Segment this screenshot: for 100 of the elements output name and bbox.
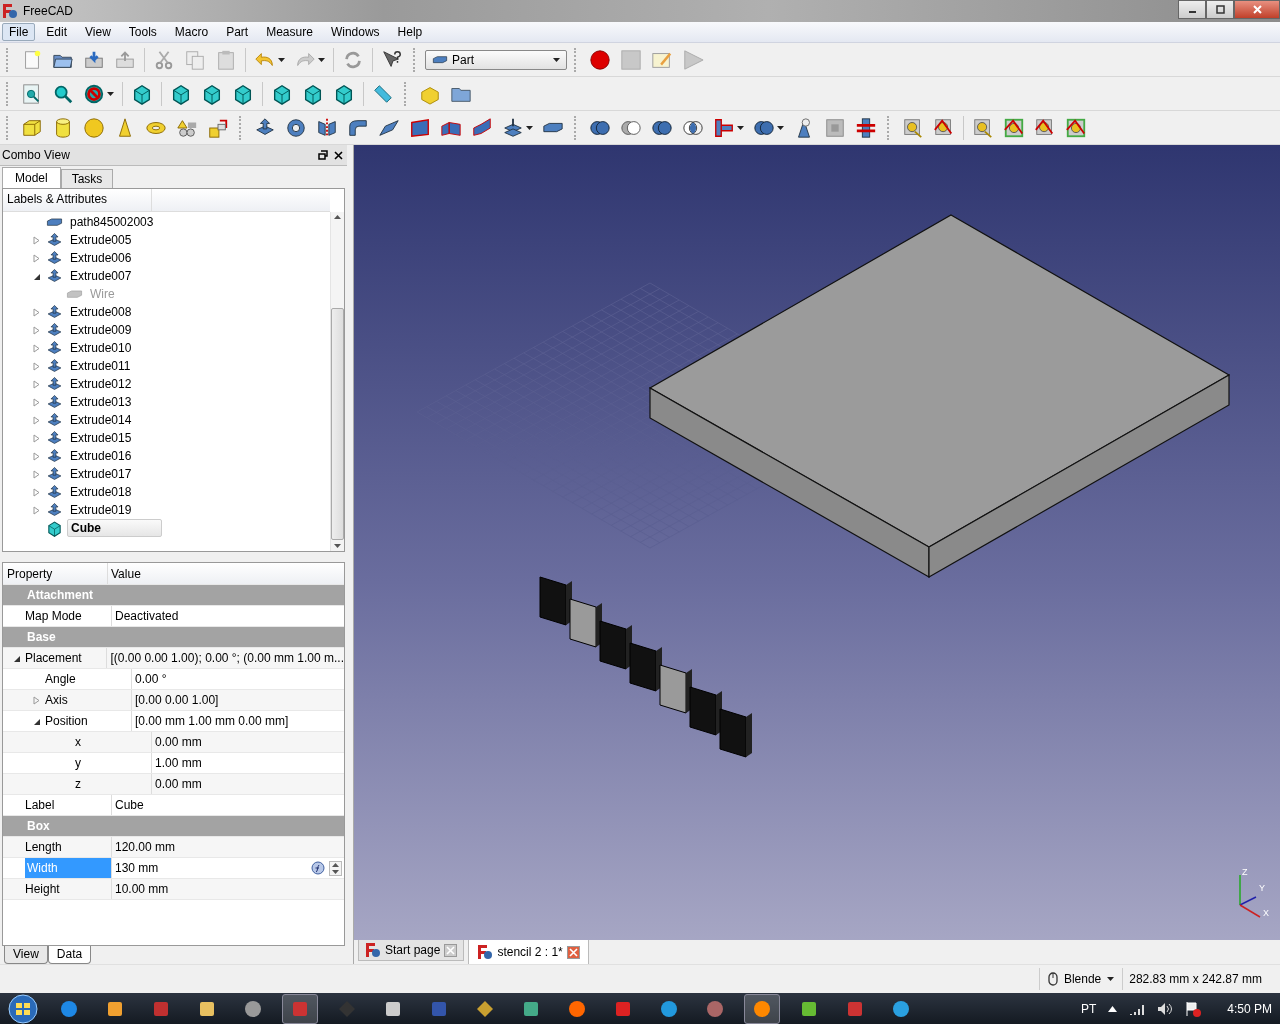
property-name[interactable]: y bbox=[75, 756, 81, 770]
menu-item[interactable]: Edit bbox=[39, 23, 75, 41]
property-name[interactable]: Length bbox=[25, 840, 62, 854]
caret-icon[interactable] bbox=[737, 125, 744, 130]
cube-view-icon[interactable] bbox=[302, 82, 324, 105]
scrollbar-thumb[interactable] bbox=[331, 308, 344, 540]
caret-icon[interactable] bbox=[526, 125, 533, 130]
no-entry-icon[interactable] bbox=[83, 82, 105, 105]
caret-icon[interactable] bbox=[553, 57, 560, 62]
property-name[interactable]: Placement bbox=[25, 651, 82, 665]
app-icon[interactable] bbox=[614, 999, 632, 1018]
tree-item[interactable]: Cube bbox=[67, 519, 162, 537]
spin-buttons[interactable] bbox=[329, 860, 342, 876]
property-name[interactable]: x bbox=[75, 735, 81, 749]
cube-view-icon[interactable] bbox=[170, 82, 192, 105]
scroll-up-arrow-icon[interactable] bbox=[334, 215, 341, 219]
tree-item[interactable]: Extrude007 bbox=[67, 268, 135, 284]
language-indicator[interactable]: PT bbox=[1080, 1001, 1097, 1016]
tree-item[interactable]: Extrude008 bbox=[67, 304, 135, 320]
up-arrow-icon[interactable] bbox=[332, 862, 339, 867]
surface-icon[interactable] bbox=[409, 116, 431, 139]
property-name[interactable]: Position bbox=[45, 714, 88, 728]
tree-item[interactable]: Extrude005 bbox=[67, 232, 135, 248]
stencil-text-model-drawing[interactable] bbox=[539, 576, 752, 758]
menu-item[interactable]: Measure bbox=[259, 23, 320, 41]
cube-view-icon[interactable] bbox=[333, 82, 355, 105]
expression-icon[interactable] bbox=[311, 861, 325, 875]
close-button[interactable] bbox=[1234, 0, 1280, 19]
minimize-button[interactable] bbox=[1178, 0, 1206, 19]
menu-item[interactable]: View bbox=[78, 23, 118, 41]
tree-item[interactable]: Extrude010 bbox=[67, 340, 135, 356]
document-tab[interactable]: stencil 2 : 1* bbox=[468, 940, 589, 965]
tab[interactable]: Tasks bbox=[60, 169, 114, 188]
mirror-icon[interactable] bbox=[316, 116, 338, 139]
menu-item[interactable]: Part bbox=[219, 23, 256, 41]
app-icon[interactable] bbox=[846, 999, 864, 1018]
workbench-dropdown[interactable]: Part bbox=[425, 49, 567, 70]
menu-item[interactable]: File bbox=[2, 23, 36, 41]
tree-item[interactable]: Extrude006 bbox=[67, 250, 135, 266]
menu-item[interactable]: Help bbox=[390, 23, 430, 41]
cube-view-icon[interactable] bbox=[131, 82, 153, 105]
measure-delta-icon[interactable] bbox=[1065, 116, 1087, 139]
caret-icon[interactable] bbox=[318, 57, 325, 62]
tree-item[interactable]: Extrude016 bbox=[67, 448, 135, 464]
down-arrow-icon[interactable] bbox=[332, 869, 339, 874]
tree-item[interactable]: path845002003 bbox=[67, 214, 157, 230]
menu-item[interactable]: Tools bbox=[121, 23, 164, 41]
sweep-icon[interactable] bbox=[471, 116, 493, 139]
scrollbar[interactable] bbox=[330, 212, 344, 551]
caret-icon[interactable] bbox=[777, 125, 784, 130]
start-button-icon[interactable] bbox=[6, 993, 40, 1024]
tab[interactable]: View bbox=[4, 946, 48, 964]
join-icon[interactable] bbox=[713, 116, 735, 139]
property-name[interactable]: Map Mode bbox=[25, 609, 82, 623]
tree-item[interactable]: Extrude012 bbox=[67, 376, 135, 392]
app-icon[interactable] bbox=[660, 999, 678, 1018]
tree-item[interactable]: Extrude014 bbox=[67, 412, 135, 428]
record-icon[interactable] bbox=[589, 48, 611, 71]
clock[interactable]: 4:50 PM bbox=[1227, 1001, 1272, 1016]
property-name[interactable]: Label bbox=[25, 798, 55, 812]
offset-icon[interactable] bbox=[502, 116, 524, 139]
property-name[interactable]: Angle bbox=[45, 672, 76, 686]
float-icon[interactable] bbox=[318, 150, 328, 160]
flag-icon[interactable] bbox=[1185, 1000, 1202, 1017]
app-icon[interactable] bbox=[800, 999, 818, 1018]
property-name[interactable]: z bbox=[75, 777, 81, 791]
maximize-button[interactable] bbox=[1206, 0, 1234, 19]
navigation-style-dropdown[interactable]: Blende bbox=[1038, 968, 1124, 990]
tree-item[interactable]: Extrude013 bbox=[67, 394, 135, 410]
cube-view-icon[interactable] bbox=[232, 82, 254, 105]
caret-icon[interactable] bbox=[1107, 977, 1115, 981]
ruler-icon[interactable] bbox=[372, 82, 394, 105]
tree-item[interactable]: Extrude011 bbox=[67, 358, 134, 374]
document-tab[interactable]: Start page bbox=[358, 940, 465, 961]
tab[interactable]: Data bbox=[47, 946, 92, 964]
app-icon[interactable] bbox=[476, 999, 494, 1018]
measure-icon[interactable] bbox=[972, 116, 994, 139]
scroll-down-arrow-icon[interactable] bbox=[334, 544, 341, 548]
property-name[interactable]: Height bbox=[25, 882, 60, 896]
menu-item[interactable]: Macro bbox=[167, 23, 216, 41]
app-icon[interactable] bbox=[706, 999, 724, 1018]
close-icon[interactable] bbox=[334, 150, 343, 160]
cross-section-icon[interactable] bbox=[855, 116, 877, 139]
revolve-icon[interactable] bbox=[285, 116, 307, 139]
tree-item[interactable]: Extrude017 bbox=[67, 466, 135, 482]
caret-icon[interactable] bbox=[278, 57, 285, 62]
box-model-drawing[interactable] bbox=[648, 214, 1231, 579]
tab[interactable]: Model bbox=[2, 167, 61, 188]
signal-icon[interactable] bbox=[1129, 1002, 1146, 1015]
measure-icon[interactable] bbox=[902, 116, 924, 139]
app-icon[interactable] bbox=[753, 999, 771, 1018]
property-name[interactable]: Axis bbox=[45, 693, 68, 707]
tray-arrow-icon[interactable] bbox=[1108, 1005, 1118, 1012]
sphere-icon[interactable] bbox=[83, 116, 105, 139]
tree-item[interactable]: Extrude018 bbox=[67, 484, 135, 500]
menu-item[interactable]: Windows bbox=[323, 23, 387, 41]
tree-item[interactable]: Extrude009 bbox=[67, 322, 135, 338]
tree-item[interactable]: Extrude015 bbox=[67, 430, 135, 446]
caret-icon[interactable] bbox=[107, 91, 114, 96]
app-icon[interactable] bbox=[244, 999, 262, 1018]
